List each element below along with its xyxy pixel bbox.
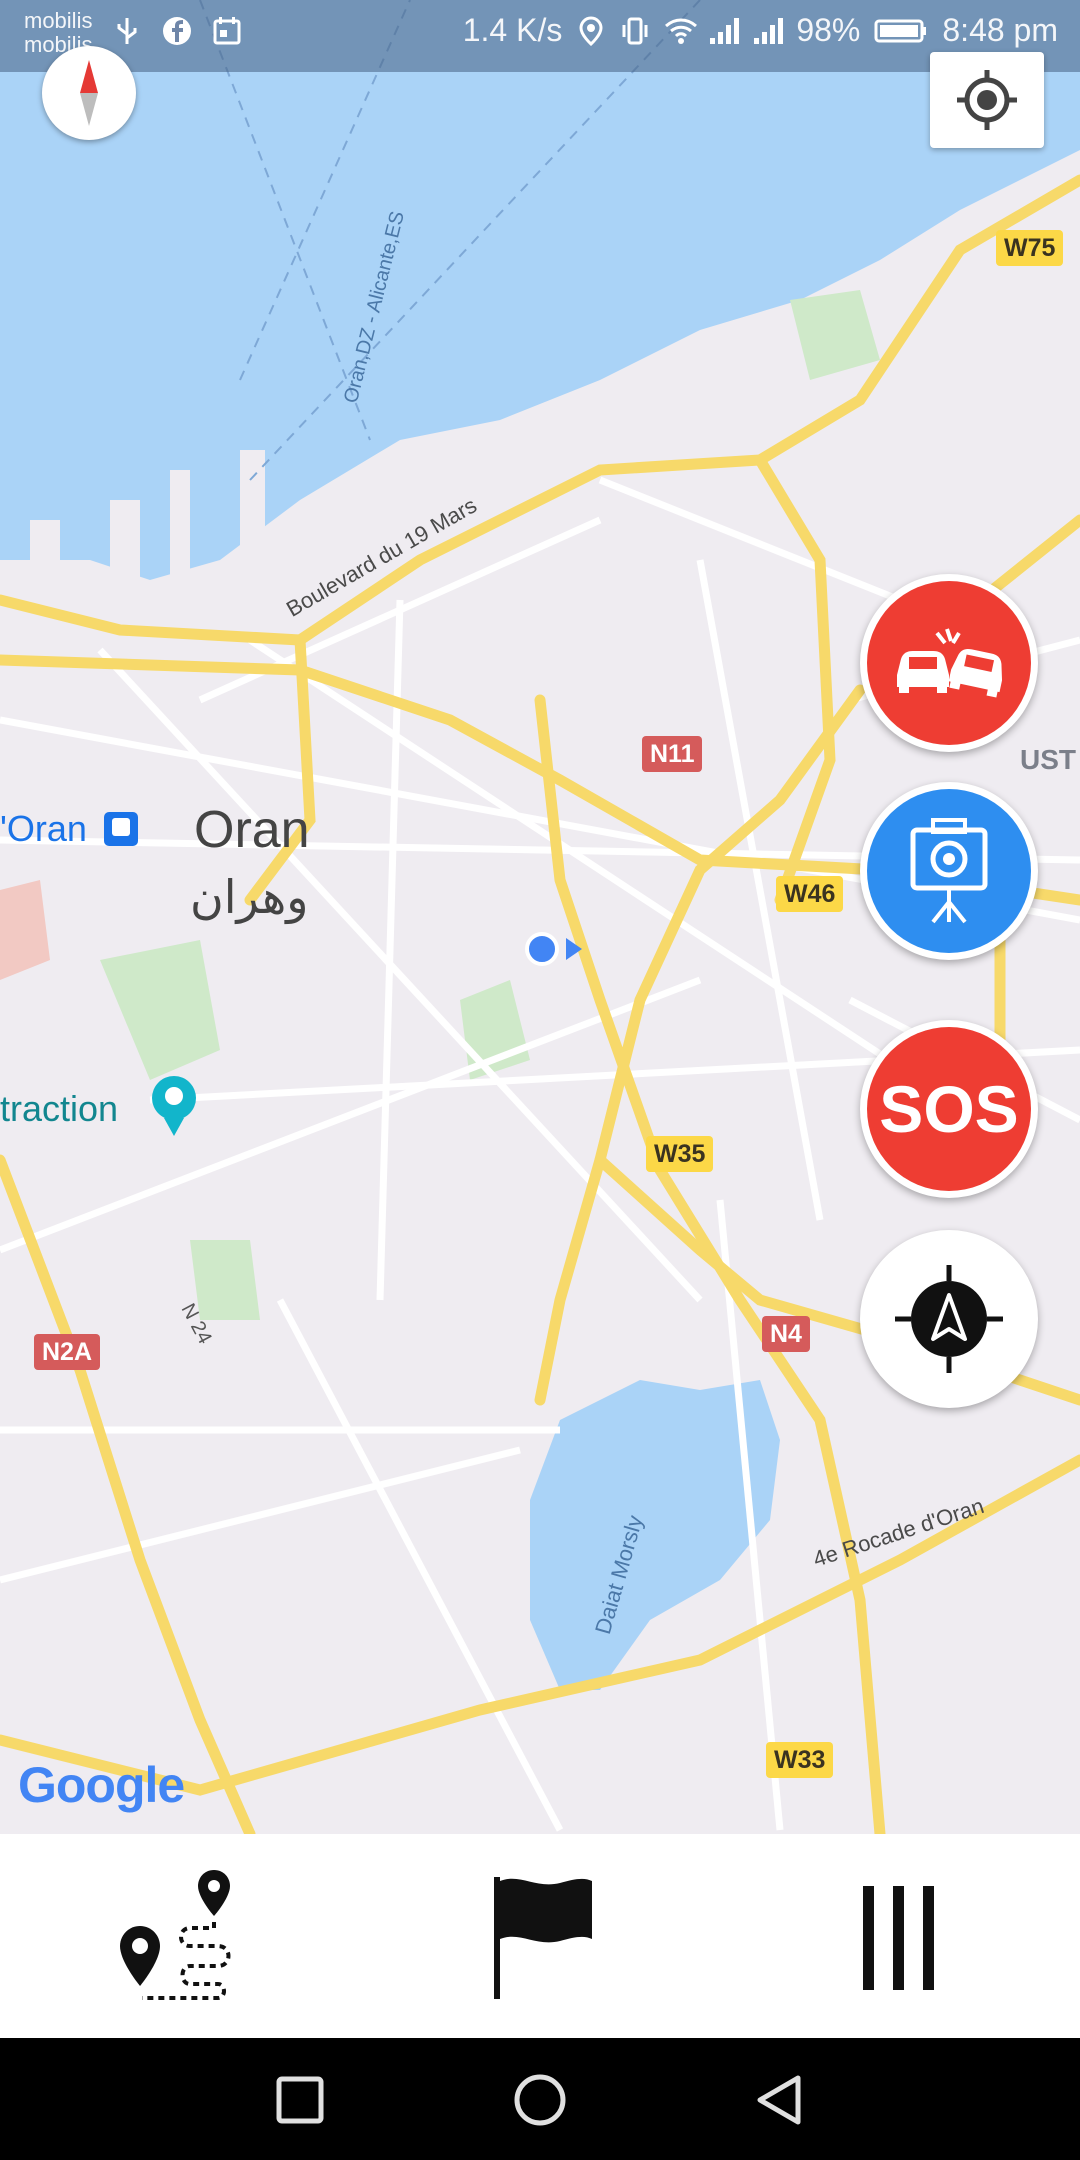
- navigation-compass-icon: [895, 1265, 1003, 1373]
- menu-bars-icon: [863, 1886, 934, 1990]
- route-pins-icon: [120, 1870, 231, 2000]
- city-label: Oran: [194, 801, 310, 859]
- report-accident-button[interactable]: [860, 574, 1038, 752]
- signal-icon-2: [752, 16, 784, 46]
- triangle-back-icon: [757, 2075, 801, 2125]
- usb-icon: [112, 16, 142, 46]
- signal-icon-1: [708, 16, 740, 46]
- car-crash-icon: [897, 628, 1003, 698]
- compass-icon: [80, 60, 98, 126]
- status-bar: mobilis mobilis 1.4 K/s 98% 8:48 pm: [0, 0, 1080, 72]
- sos-button[interactable]: SOS: [860, 1020, 1038, 1198]
- system-navigation-bar: [0, 2038, 1080, 2160]
- circle-icon: [514, 2074, 566, 2126]
- routes-tab[interactable]: [0, 1834, 360, 2038]
- speed-camera-icon: [910, 818, 988, 924]
- location-icon: [576, 15, 606, 46]
- wifi-icon: [664, 16, 698, 46]
- sos-label: SOS: [879, 1072, 1019, 1146]
- back-button[interactable]: [740, 2060, 820, 2140]
- bottom-navigation: [0, 1834, 1080, 2038]
- square-icon: [276, 2076, 324, 2124]
- map-compass-button[interactable]: [42, 46, 136, 140]
- road-shield-w75: W75: [996, 230, 1064, 266]
- facebook-icon: [162, 16, 192, 46]
- flag-icon: [494, 1877, 592, 1999]
- battery-level: 98%: [796, 12, 861, 48]
- station-label: 'Oran: [0, 808, 87, 849]
- network-speed: 1.4 K/s: [462, 12, 563, 48]
- status-left-icons: [112, 16, 242, 46]
- navigation-button[interactable]: [860, 1230, 1038, 1408]
- google-attribution: Google: [18, 1756, 185, 1814]
- crosshair-icon: [957, 70, 1017, 130]
- road-shield-n11: N11: [642, 736, 703, 772]
- road-shield-n2a: N2A: [34, 1334, 101, 1370]
- calendar-icon: [212, 16, 242, 46]
- clock: 8:48 pm: [942, 12, 1058, 48]
- recents-button[interactable]: [260, 2060, 340, 2140]
- road-shield-n4: N4: [762, 1316, 810, 1352]
- road-shield-w46: W46: [776, 876, 844, 912]
- flag-tab[interactable]: [360, 1834, 720, 2038]
- attraction-label: traction: [0, 1088, 119, 1129]
- speed-camera-button[interactable]: [860, 782, 1038, 960]
- google-logo-text: Google: [18, 1757, 185, 1813]
- status-right: 1.4 K/s 98% 8:48 pm: [463, 12, 1058, 49]
- battery-icon: [874, 16, 928, 46]
- area-label-ust: UST: [1020, 744, 1076, 775]
- road-shield-w33: W33: [766, 1742, 834, 1778]
- road-shield-w35: W35: [646, 1136, 714, 1172]
- home-button[interactable]: [500, 2060, 580, 2140]
- my-location-button[interactable]: [930, 52, 1044, 148]
- menu-tab[interactable]: [720, 1834, 1080, 2038]
- vibrate-icon: [620, 16, 650, 46]
- city-label-arabic: وهران: [190, 871, 309, 923]
